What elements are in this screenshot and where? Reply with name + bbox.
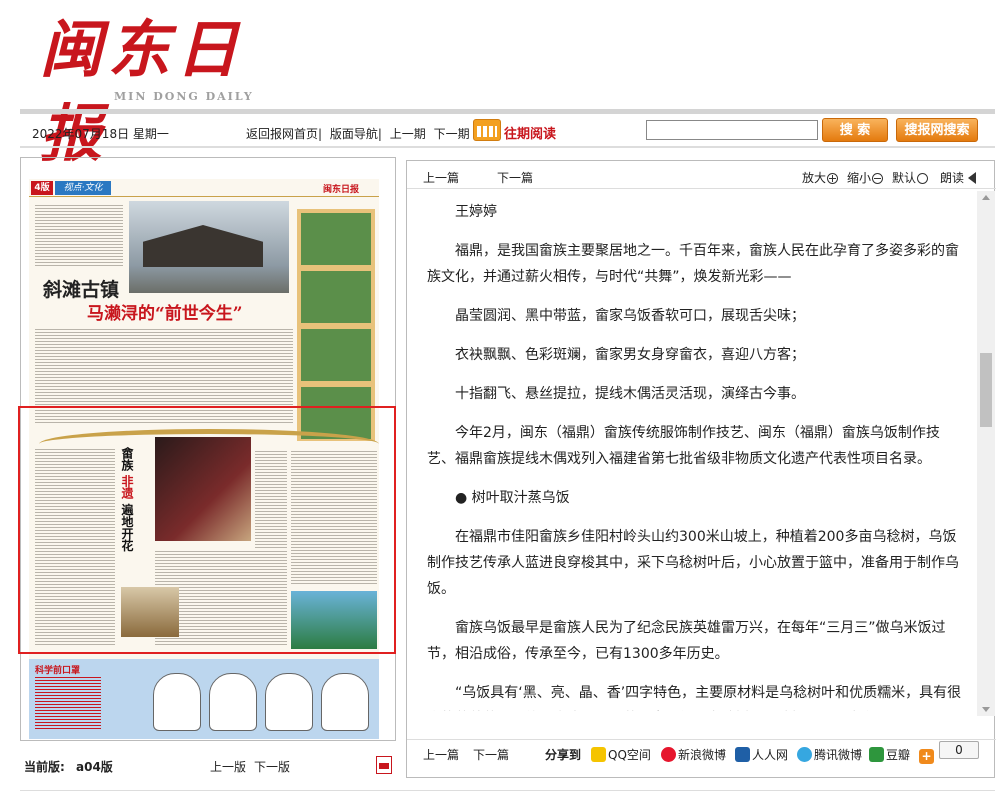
search-button[interactable]: 搜 索	[822, 118, 888, 142]
zoom-in-label: 放大	[802, 171, 827, 185]
current-page-label: 当前版:	[24, 760, 65, 774]
page-footer: 当前版: a04版 上一版 下一版	[20, 756, 400, 775]
share-qzone[interactable]: QQ空间	[591, 746, 651, 763]
home-link[interactable]: 返回报网首页|	[246, 127, 322, 141]
speaker-icon	[967, 172, 976, 184]
logo-english: MIN DONG DAILY	[114, 90, 254, 103]
text-block	[35, 675, 101, 731]
web-search-button[interactable]: 搜报网搜索	[896, 118, 978, 142]
next-page-link[interactable]: 下一版	[254, 758, 290, 775]
page-brand: 闽东日报	[323, 185, 360, 195]
weibo-icon	[661, 747, 676, 762]
article-paragraph: 十指翻飞、悬丝提拉，提线木偶活灵活现，演绎古今事。	[455, 386, 805, 402]
pdf-icon[interactable]	[376, 756, 392, 774]
scroll-up-icon[interactable]	[982, 195, 990, 200]
share-renren[interactable]: 人人网	[735, 746, 788, 763]
header-divider	[20, 109, 995, 114]
article-paragraph: 福鼎，是我国畲族主要聚居地之一。千百年来，畲族人民在此孕育了多姿多彩的畲族文化，…	[427, 243, 959, 285]
article-body: 王婷婷 福鼎，是我国畲族主要聚居地之一。千百年来，畲族人民在此孕育了多姿多彩的畲…	[427, 199, 967, 711]
share-more[interactable]: +	[919, 746, 936, 764]
plus-icon: +	[919, 749, 934, 764]
zoom-out-label: 缩小	[847, 171, 872, 185]
side-photo	[301, 213, 371, 265]
mask-figure	[209, 673, 257, 731]
default-size-button[interactable]: 默认	[892, 169, 929, 186]
article-paragraph: “乌饭具有‘黑、亮、晶、香’四字特色，主要原材料是乌稔树叶和优质糯米，具有很高的…	[455, 685, 962, 701]
current-page-value: a04版	[76, 760, 113, 774]
article-paragraph: 畲族乌饭最早是畲族人民为了纪念民族英雄雷万兴，在每年“三月三”做乌米饭过节，相沿…	[427, 620, 946, 662]
renren-icon	[735, 747, 750, 762]
default-size-icon	[917, 173, 929, 184]
page-header: 4版 视点·文化 闽东日报	[29, 179, 379, 197]
scroll-thumb[interactable]	[980, 353, 992, 427]
share-count: 0	[939, 741, 979, 759]
share-label: 分享到	[545, 748, 582, 762]
article-scrollbar[interactable]	[977, 191, 995, 716]
past-reading-link[interactable]: 往期阅读	[504, 123, 556, 142]
side-photo	[301, 271, 371, 323]
tencent-weibo-icon	[797, 747, 812, 762]
article-paragraph: 在福鼎市佳阳畲族乡佳阳村岭头山约300米山坡上，种植着200多亩乌稔树，乌饭制作…	[427, 529, 959, 597]
share-douban-label: 豆瓣	[886, 748, 911, 762]
qzone-icon	[591, 747, 606, 762]
douban-icon	[869, 747, 884, 762]
selected-article-highlight[interactable]	[18, 406, 396, 654]
zoom-out-button[interactable]: 缩小	[847, 169, 884, 186]
headline-1[interactable]: 斜滩古镇	[43, 275, 119, 302]
zoom-in-button[interactable]: 放大	[802, 169, 839, 186]
scroll-down-icon[interactable]	[982, 707, 990, 712]
nav-divider	[20, 146, 995, 148]
share-tencent-weibo[interactable]: 腾讯微博	[797, 746, 862, 763]
mask-figure	[321, 673, 369, 731]
nav-bar: 2022年07月18日 星期一 返回报网首页| 版面导航| 上一期 下一期 往期…	[20, 116, 995, 146]
share-bar: 上一篇 下一篇 分享到 QQ空间 新浪微博 人人网 腾讯微博 豆瓣 + 0	[407, 739, 996, 769]
zoom-out-icon	[872, 173, 884, 184]
mask-figure	[153, 673, 201, 731]
share-tencent-label: 腾讯微博	[814, 748, 863, 762]
article-paragraph: 晶莹圆润、黑中带蓝，畲家乌饭香软可口，展现舌尖味；	[455, 308, 805, 324]
next-issue-link[interactable]: 下一期	[434, 127, 470, 141]
prev-article-link-bottom[interactable]: 上一篇	[423, 746, 459, 763]
site-logo[interactable]: 闽东日报 MIN DONG DAILY	[40, 8, 300, 170]
section-nav-link[interactable]: 版面导航|	[330, 127, 382, 141]
article-paragraph: 衣袂飘飘、色彩斑斓，畲家男女身穿畲衣，喜迎八方客；	[455, 347, 805, 363]
article-toolbar: 上一篇 下一篇 放大 缩小 默认 朗读	[407, 161, 996, 189]
footer-divider	[20, 790, 995, 791]
prev-issue-link[interactable]: 上一期	[390, 127, 426, 141]
town-photo	[129, 201, 289, 293]
side-photo	[301, 329, 371, 381]
default-label: 默认	[892, 171, 917, 185]
text-block	[35, 203, 123, 267]
share-qzone-label: QQ空间	[608, 748, 651, 762]
search-input[interactable]	[646, 120, 818, 140]
mask-figure	[265, 673, 313, 731]
next-article-link-bottom[interactable]: 下一篇	[473, 746, 509, 763]
science-ad: 科学前口罩	[29, 659, 379, 739]
nav-links: 返回报网首页| 版面导航| 上一期 下一期	[246, 125, 474, 142]
page-number-tag: 4版	[31, 181, 53, 195]
share-weibo-label: 新浪微博	[678, 748, 727, 762]
issue-date: 2022年07月18日 星期一	[32, 127, 169, 141]
article-panel: 上一篇 下一篇 放大 缩小 默认 朗读 王婷婷 福鼎，是我国畲族主要聚居地之一。…	[406, 160, 996, 778]
article-subheading: ● 树叶取汁蒸乌饭	[455, 490, 570, 506]
section-tag: 视点·文化	[55, 181, 111, 195]
prev-article-link[interactable]: 上一篇	[423, 169, 459, 186]
zoom-in-icon	[827, 173, 839, 184]
share-douban[interactable]: 豆瓣	[869, 746, 910, 763]
read-aloud-button[interactable]: 朗读	[940, 169, 976, 186]
article-author: 王婷婷	[455, 204, 497, 220]
article-paragraph: 今年2月，闽东（福鼎）畲族传统服饰制作技艺、闽东（福鼎）畲族乌饭制作技艺、福鼎畲…	[427, 425, 940, 467]
headline-2[interactable]: 马濑浔的“前世今生”	[87, 299, 243, 324]
share-renren-label: 人人网	[752, 748, 789, 762]
calendar-icon[interactable]	[473, 119, 501, 141]
prev-page-link[interactable]: 上一版	[210, 758, 246, 775]
read-aloud-label: 朗读	[940, 171, 965, 185]
next-article-link[interactable]: 下一篇	[497, 169, 533, 186]
share-weibo[interactable]: 新浪微博	[661, 746, 726, 763]
